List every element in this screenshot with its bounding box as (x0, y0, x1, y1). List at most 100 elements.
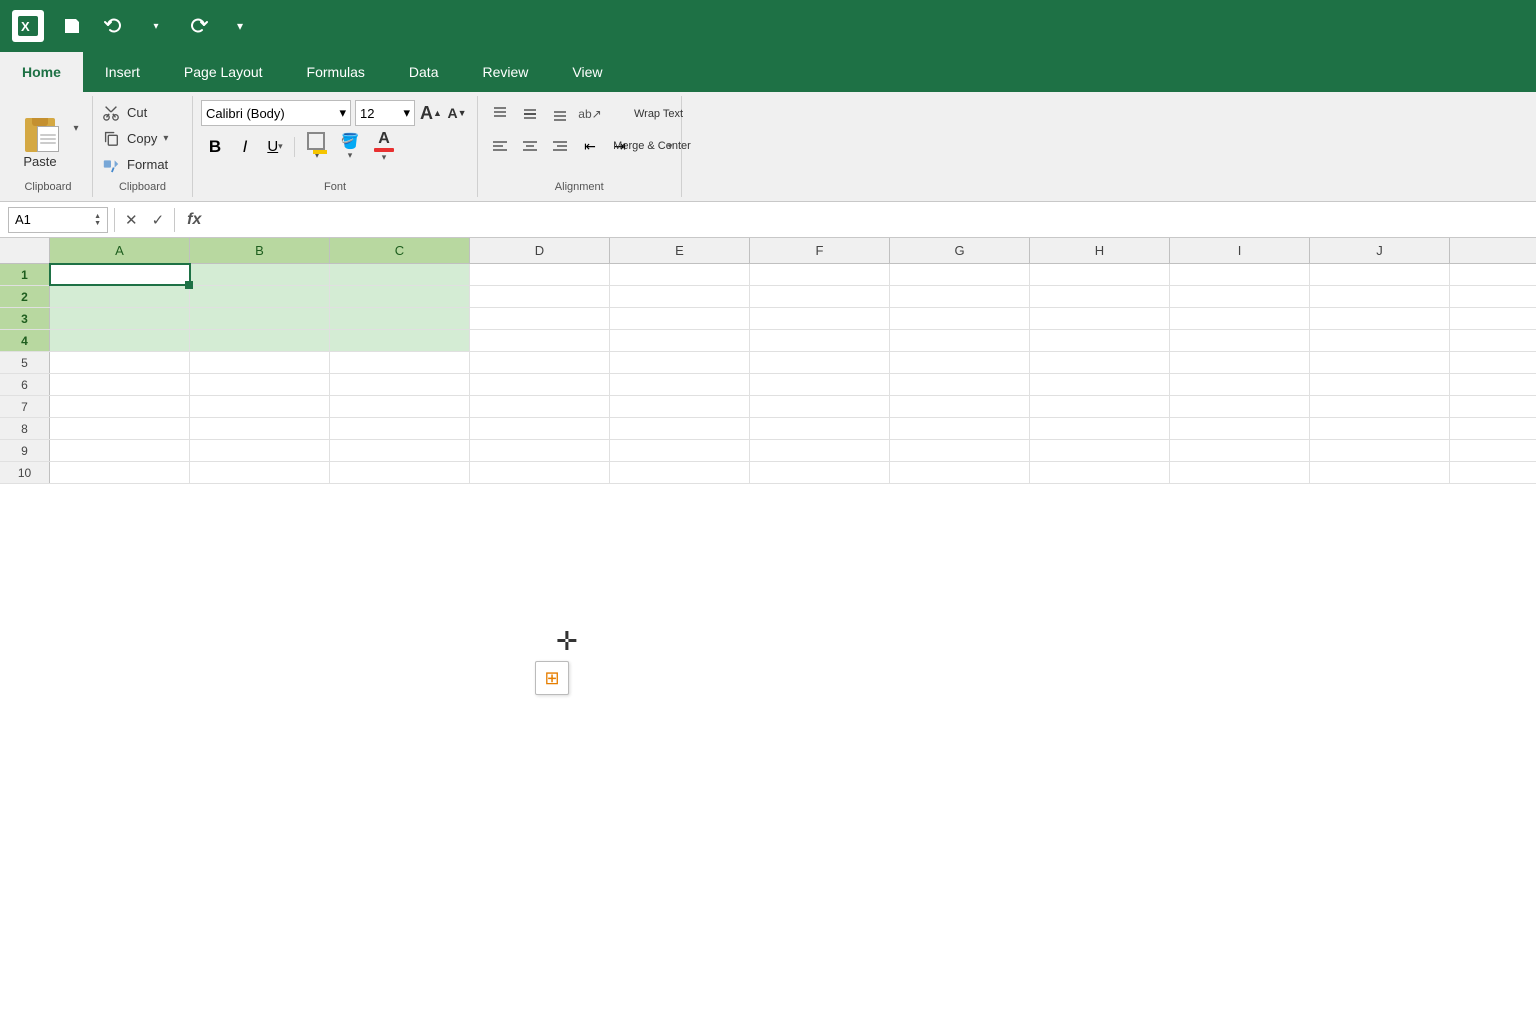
tab-insert[interactable]: Insert (83, 52, 162, 92)
copy-item[interactable]: Copy ▾ (97, 126, 184, 150)
cell-f2[interactable] (750, 286, 890, 307)
align-right-button[interactable] (546, 132, 574, 160)
redo-button[interactable] (184, 12, 212, 40)
cell-d4[interactable] (470, 330, 610, 351)
tab-formulas[interactable]: Formulas (285, 52, 387, 92)
cell-e7[interactable] (610, 396, 750, 417)
cell-j2[interactable] (1310, 286, 1450, 307)
tab-page-layout[interactable]: Page Layout (162, 52, 285, 92)
wrap-text-button[interactable]: Wrap Text (645, 100, 673, 128)
cell-a8[interactable] (50, 418, 190, 439)
cell-g6[interactable] (890, 374, 1030, 395)
cell-b10[interactable] (190, 462, 330, 483)
cell-h8[interactable] (1030, 418, 1170, 439)
cell-h9[interactable] (1030, 440, 1170, 461)
cell-h2[interactable] (1030, 286, 1170, 307)
cell-g3[interactable] (890, 308, 1030, 329)
tab-review[interactable]: Review (460, 52, 550, 92)
copy-dropdown-arrow[interactable]: ▾ (163, 133, 168, 144)
cell-j9[interactable] (1310, 440, 1450, 461)
cell-b5[interactable] (190, 352, 330, 373)
cell-e5[interactable] (610, 352, 750, 373)
cell-i3[interactable] (1170, 308, 1310, 329)
font-shrink-button[interactable]: A▼ (445, 100, 469, 126)
col-header-a[interactable]: A (50, 238, 190, 263)
cell-j6[interactable] (1310, 374, 1450, 395)
tab-view[interactable]: View (550, 52, 624, 92)
cell-f4[interactable] (750, 330, 890, 351)
row-header-7[interactable]: 7 (0, 396, 50, 417)
cell-e2[interactable] (610, 286, 750, 307)
bold-button[interactable]: B (201, 133, 229, 161)
font-grow-button[interactable]: A▲ (419, 100, 443, 126)
row-header-6[interactable]: 6 (0, 374, 50, 395)
cell-f10[interactable] (750, 462, 890, 483)
align-bottom-button[interactable] (546, 100, 574, 128)
cell-ref-down-arrow[interactable]: ▼ (94, 220, 101, 227)
cell-g2[interactable] (890, 286, 1030, 307)
font-size-dropdown[interactable]: ▾ (403, 105, 410, 121)
align-top-button[interactable] (486, 100, 514, 128)
cell-j10[interactable] (1310, 462, 1450, 483)
format-painter-item[interactable]: Format (97, 152, 184, 176)
cell-b9[interactable] (190, 440, 330, 461)
cell-d5[interactable] (470, 352, 610, 373)
tab-data[interactable]: Data (387, 52, 461, 92)
cell-i4[interactable] (1170, 330, 1310, 351)
cell-a3[interactable] (50, 308, 190, 329)
cell-d7[interactable] (470, 396, 610, 417)
cell-c2[interactable] (330, 286, 470, 307)
merge-dropdown[interactable]: ▾ (668, 141, 673, 152)
cell-i10[interactable] (1170, 462, 1310, 483)
cell-b3[interactable] (190, 308, 330, 329)
cell-g10[interactable] (890, 462, 1030, 483)
cell-j7[interactable] (1310, 396, 1450, 417)
cell-h5[interactable] (1030, 352, 1170, 373)
fill-color-button[interactable]: 🪣 ▾ (334, 132, 366, 161)
font-color-dropdown[interactable]: ▾ (382, 152, 387, 163)
cell-h1[interactable] (1030, 264, 1170, 285)
cell-i5[interactable] (1170, 352, 1310, 373)
cell-i1[interactable] (1170, 264, 1310, 285)
cell-c10[interactable] (330, 462, 470, 483)
cell-b8[interactable] (190, 418, 330, 439)
italic-button[interactable]: I (231, 133, 259, 161)
cell-h7[interactable] (1030, 396, 1170, 417)
save-button[interactable] (58, 12, 86, 40)
cell-a9[interactable] (50, 440, 190, 461)
font-name-select[interactable]: Calibri (Body) ▾ (201, 100, 351, 126)
row-header-3[interactable]: 3 (0, 308, 50, 329)
tab-home[interactable]: Home (0, 52, 83, 92)
cell-f1[interactable] (750, 264, 890, 285)
cell-e10[interactable] (610, 462, 750, 483)
cell-ref-arrows[interactable]: ▲ ▼ (94, 213, 101, 227)
cell-reference-box[interactable]: A1 ▲ ▼ (8, 207, 108, 233)
col-header-e[interactable]: E (610, 238, 750, 263)
border-button[interactable]: ▾ (300, 133, 332, 161)
fill-color-dropdown[interactable]: ▾ (348, 150, 353, 161)
align-center-button[interactable] (516, 132, 544, 160)
col-header-h[interactable]: H (1030, 238, 1170, 263)
cell-c9[interactable] (330, 440, 470, 461)
cell-h6[interactable] (1030, 374, 1170, 395)
col-header-j[interactable]: J (1310, 238, 1450, 263)
cell-g1[interactable] (890, 264, 1030, 285)
row-header-2[interactable]: 2 (0, 286, 50, 307)
formula-input[interactable] (213, 207, 1528, 233)
col-header-b[interactable]: B (190, 238, 330, 263)
row-header-10[interactable]: 10 (0, 462, 50, 483)
cell-h10[interactable] (1030, 462, 1170, 483)
cell-f7[interactable] (750, 396, 890, 417)
cell-i2[interactable] (1170, 286, 1310, 307)
cell-c5[interactable] (330, 352, 470, 373)
cell-j8[interactable] (1310, 418, 1450, 439)
paste-button[interactable]: Paste (10, 104, 70, 173)
cell-e3[interactable] (610, 308, 750, 329)
font-name-dropdown[interactable]: ▾ (339, 105, 346, 121)
cell-f6[interactable] (750, 374, 890, 395)
cell-e8[interactable] (610, 418, 750, 439)
selection-handle[interactable] (185, 281, 193, 289)
align-left-button[interactable] (486, 132, 514, 160)
cell-e1[interactable] (610, 264, 750, 285)
cell-i8[interactable] (1170, 418, 1310, 439)
